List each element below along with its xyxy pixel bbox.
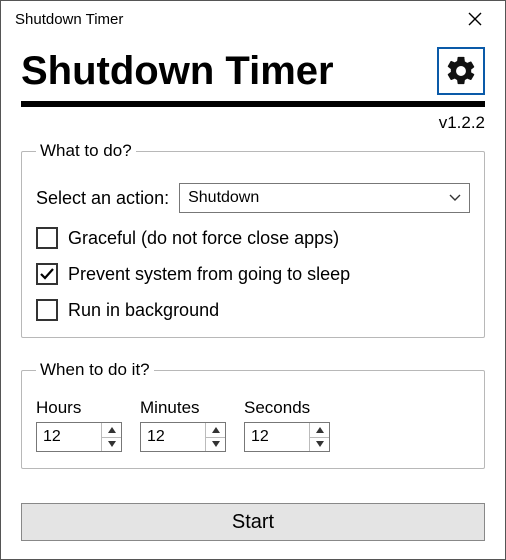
version-label: v1.2.2 [21, 113, 485, 133]
minutes-stepper[interactable]: 12 [140, 422, 226, 452]
header-row: Shutdown Timer [21, 47, 485, 95]
minutes-arrows [205, 423, 225, 451]
when-to-do-group: When to do it? Hours 12 Minutes [21, 360, 485, 469]
seconds-label: Seconds [244, 398, 330, 418]
chevron-down-icon [449, 194, 461, 202]
triangle-up-icon [212, 427, 220, 433]
what-to-do-group: What to do? Select an action: Shutdown G… [21, 141, 485, 338]
seconds-down[interactable] [310, 437, 329, 452]
graceful-label: Graceful (do not force close apps) [68, 228, 339, 249]
triangle-up-icon [108, 427, 116, 433]
hours-label: Hours [36, 398, 122, 418]
action-select-value: Shutdown [188, 189, 259, 207]
graceful-checkbox[interactable] [36, 227, 58, 249]
minutes-down[interactable] [206, 437, 225, 452]
minutes-column: Minutes 12 [140, 398, 226, 452]
window-title: Shutdown Timer [15, 11, 123, 28]
seconds-arrows [309, 423, 329, 451]
action-row: Select an action: Shutdown [36, 183, 470, 213]
hours-up[interactable] [102, 423, 121, 437]
seconds-column: Seconds 12 [244, 398, 330, 452]
hours-arrows [101, 423, 121, 451]
triangle-down-icon [316, 441, 324, 447]
time-row: Hours 12 Minutes 12 [36, 398, 470, 452]
close-icon [468, 12, 482, 26]
hours-value: 12 [37, 423, 101, 451]
app-title: Shutdown Timer [21, 50, 334, 92]
background-checkbox[interactable] [36, 299, 58, 321]
seconds-value: 12 [245, 423, 309, 451]
background-label: Run in background [68, 300, 219, 321]
minutes-label: Minutes [140, 398, 226, 418]
minutes-up[interactable] [206, 423, 225, 437]
triangle-down-icon [212, 441, 220, 447]
settings-button[interactable] [437, 47, 485, 95]
close-button[interactable] [453, 3, 497, 35]
titlebar: Shutdown Timer [1, 1, 505, 37]
triangle-up-icon [316, 427, 324, 433]
seconds-up[interactable] [310, 423, 329, 437]
background-row: Run in background [36, 299, 470, 321]
hours-column: Hours 12 [36, 398, 122, 452]
hours-down[interactable] [102, 437, 121, 452]
minutes-value: 12 [141, 423, 205, 451]
graceful-row: Graceful (do not force close apps) [36, 227, 470, 249]
seconds-stepper[interactable]: 12 [244, 422, 330, 452]
when-to-do-legend: When to do it? [36, 360, 154, 380]
prevent-sleep-label: Prevent system from going to sleep [68, 264, 350, 285]
app-window: Shutdown Timer Shutdown Timer v1.2.2 Wha… [0, 0, 506, 560]
content-area: Shutdown Timer v1.2.2 What to do? Select… [1, 37, 505, 559]
what-to-do-legend: What to do? [36, 141, 136, 161]
action-select[interactable]: Shutdown [179, 183, 470, 213]
gear-icon [444, 54, 478, 88]
start-button[interactable]: Start [21, 503, 485, 541]
start-button-label: Start [232, 511, 274, 534]
hours-stepper[interactable]: 12 [36, 422, 122, 452]
check-icon [39, 266, 55, 282]
prevent-sleep-checkbox[interactable] [36, 263, 58, 285]
triangle-down-icon [108, 441, 116, 447]
prevent-sleep-row: Prevent system from going to sleep [36, 263, 470, 285]
header-rule [21, 101, 485, 107]
select-action-label: Select an action: [36, 188, 169, 209]
